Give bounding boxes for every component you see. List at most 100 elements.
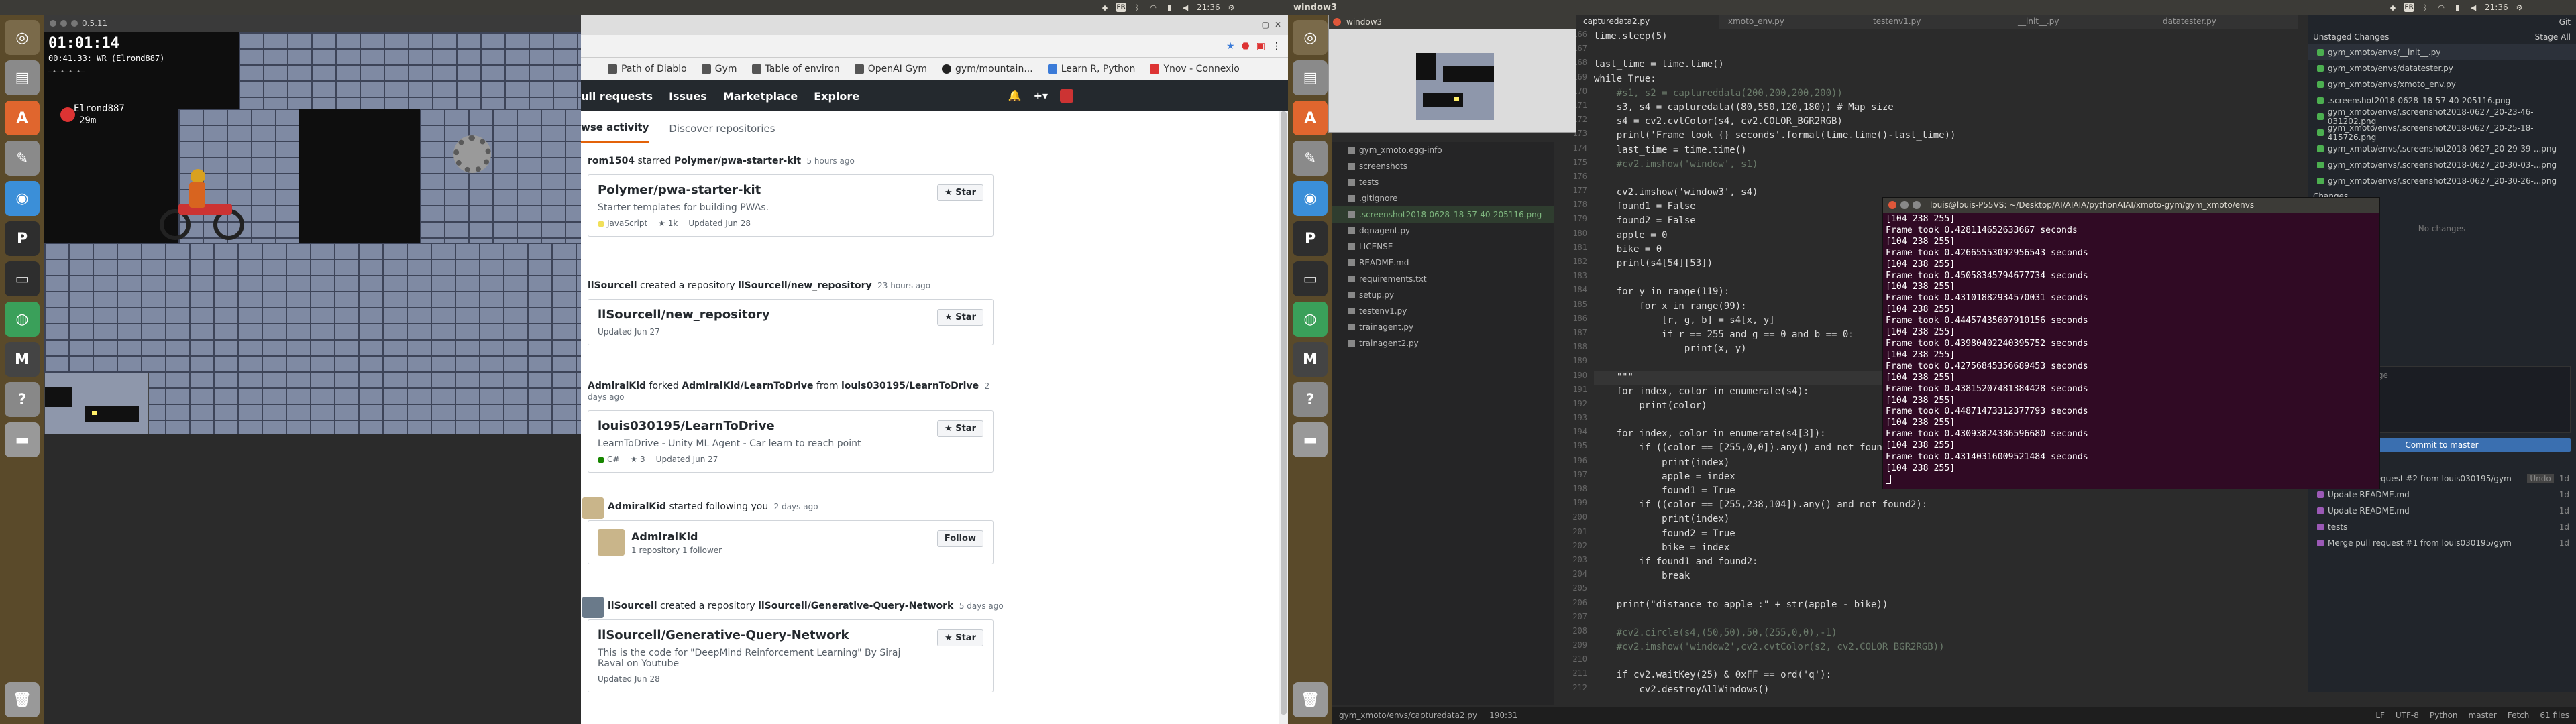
unstaged-file[interactable]: gym_xmoto/envs/.screenshot2018-0627_20-2…	[2308, 123, 2576, 142]
maximize-icon[interactable]: ▢	[1262, 20, 1269, 29]
tree-item[interactable]: requirements.txt	[1332, 271, 1554, 287]
abp-extension-icon[interactable]: ⬣	[1242, 41, 1250, 52]
menu-dots-icon[interactable]: ⋮	[1272, 41, 1281, 52]
drive-icon[interactable]: ▬	[5, 422, 40, 457]
files-icon[interactable]: ▤	[1293, 60, 1328, 95]
commit-log-item[interactable]: tests 1d	[2308, 519, 2576, 535]
tree-item[interactable]: LICENSE	[1332, 239, 1554, 255]
wifi-icon[interactable]: ◠	[1148, 3, 1158, 12]
status-line-ending[interactable]: LF	[2375, 711, 2385, 720]
tree-item[interactable]: .gitignore	[1332, 190, 1554, 206]
code-line[interactable]	[1594, 583, 2298, 597]
pycharm-icon[interactable]: P	[1293, 221, 1328, 256]
code-line[interactable]: while True:	[1594, 72, 2298, 86]
code-line[interactable]: if cv2.waitKey(25) & 0xFF == ord('q'):	[1594, 668, 2298, 682]
battery-icon[interactable]: ▮	[1165, 3, 1174, 12]
code-line[interactable]: break	[1594, 569, 2298, 583]
tree-item[interactable]: trainagent2.py	[1332, 335, 1554, 351]
tree-item[interactable]: tests	[1332, 174, 1554, 190]
status-cursor-position[interactable]: 190:31	[1489, 711, 1517, 720]
code-line[interactable]: time.sleep(5)	[1594, 29, 2298, 44]
game-titlebar[interactable]: 0.5.11	[44, 15, 581, 32]
power-icon[interactable]: ⚙	[2515, 3, 2524, 12]
actor-avatar[interactable]	[582, 497, 604, 519]
git-tab[interactable]: Git	[2559, 17, 2571, 27]
network-icon[interactable]: ◍	[5, 302, 40, 337]
terminal-window[interactable]: louis@louis-P55VS: ~/Desktop/AI/AIAIA/py…	[1882, 197, 2380, 489]
code-line[interactable]: print('Frame took {} seconds'.format(tim…	[1594, 129, 2298, 143]
game-minimize-icon[interactable]	[60, 20, 67, 27]
unstaged-file[interactable]: gym_xmoto/envs/.screenshot2018-0627_20-2…	[2308, 107, 2576, 126]
code-line[interactable]: #cv2.imshow('window', s1)	[1594, 158, 2298, 172]
star-button[interactable]: ★ Star	[937, 184, 983, 201]
star-button[interactable]: ★ Star	[937, 309, 983, 326]
tree-item[interactable]: screenshots	[1332, 158, 1554, 174]
repo-name-link[interactable]: llSourcell/Generative-Query-Network	[598, 628, 983, 642]
trash-icon[interactable]: 🗑	[5, 682, 40, 717]
bookmark-openai-gym[interactable]: OpenAI Gym	[854, 64, 927, 74]
battery-icon[interactable]: ▮	[2453, 3, 2462, 12]
tab-xmoto-env[interactable]: xmoto_env.py	[1719, 15, 1864, 29]
undo-button[interactable]: Undo	[2527, 474, 2554, 483]
address-bar[interactable]: ★ ⬣ ▣ ⋮	[581, 35, 1288, 58]
window3-titlebar[interactable]: window3	[1329, 15, 1576, 29]
game-maximize-icon[interactable]	[71, 20, 78, 27]
xmoto-game-window[interactable]: 0.5.11 01:01:14 00:41.33: WR (Elrond887)…	[44, 15, 581, 434]
tree-item[interactable]: dqnagent.py	[1332, 223, 1554, 239]
commit-log-item[interactable]: Update README.md 1d	[2308, 503, 2576, 519]
clock[interactable]: 21:36	[2485, 3, 2508, 12]
minimize-icon[interactable]: —	[1248, 20, 1256, 29]
tab-init[interactable]: __init__.py	[2008, 15, 2153, 29]
code-line[interactable]: print("distance to apple :" + str(apple …	[1594, 598, 2298, 612]
unstaged-file[interactable]: gym_xmoto/envs/.screenshot2018-0627_20-2…	[2308, 141, 2576, 157]
event-actor-link[interactable]: AdmiralKid	[608, 501, 666, 512]
code-line[interactable]: bike = index	[1594, 541, 2298, 555]
bookmark-gym-mountain[interactable]: gym/mountain...	[942, 64, 1033, 74]
status-file-count[interactable]: 61 files	[2540, 711, 2569, 720]
code-line[interactable]	[1594, 612, 2298, 626]
terminal-titlebar[interactable]: louis@louis-P55VS: ~/Desktop/AI/AIAIA/py…	[1883, 198, 2379, 213]
settings-icon[interactable]: ✎	[1293, 141, 1328, 176]
chrome-icon[interactable]: ◉	[1293, 181, 1328, 216]
volume-icon[interactable]: ◀	[2469, 3, 2478, 12]
star-button[interactable]: ★ Star	[937, 629, 983, 646]
code-line[interactable]: #s1, s2 = captureddata(200,200,200,200))	[1594, 86, 2298, 101]
event-target-link[interactable]: llSourcell/Generative-Query-Network	[758, 601, 953, 611]
xmoto-icon[interactable]: M	[5, 342, 40, 377]
code-line[interactable]	[1594, 654, 2298, 668]
code-line[interactable]: cv2.destroyAllWindows()	[1594, 683, 2298, 697]
bookmark-star-icon[interactable]: ★	[1226, 41, 1235, 52]
unstaged-file[interactable]: gym_xmoto/envs/datatester.py	[2308, 60, 2576, 76]
keyboard-layout-indicator[interactable]: FR	[2404, 3, 2414, 12]
event-actor-link[interactable]: AdmiralKid	[588, 381, 646, 391]
code-line[interactable]	[1594, 44, 2298, 58]
tree-item[interactable]: gym_xmoto.egg-info	[1332, 142, 1554, 158]
chrome-browser-window[interactable]: — ▢ ✕ ★ ⬣ ▣ ⋮ Path of Diablo Gym Table o…	[581, 15, 1288, 724]
stage-all-button[interactable]: Stage All	[2535, 32, 2571, 42]
window3-preview[interactable]: window3	[1328, 15, 1576, 133]
event-target-link[interactable]: Polymer/pwa-starter-kit	[674, 156, 801, 166]
dash-icon[interactable]: ◎	[5, 20, 40, 55]
repo-name-link[interactable]: llSourcell/new_repository	[598, 308, 983, 322]
bookmark-gym[interactable]: Gym	[701, 64, 737, 74]
bookmark-path-of-diablo[interactable]: Path of Diablo	[608, 64, 687, 74]
xmoto-icon[interactable]: M	[1293, 342, 1328, 377]
unstaged-file[interactable]: gym_xmoto/envs/.screenshot2018-0627_20-3…	[2308, 173, 2576, 189]
chrome-icon[interactable]: ◉	[5, 181, 40, 216]
extension-icon[interactable]: ▣	[1256, 41, 1265, 52]
code-line[interactable]: print(index)	[1594, 512, 2298, 526]
code-line[interactable]: if ((color == [255,238,104]).any() and n…	[1594, 498, 2298, 512]
event-target-link[interactable]: AdmiralKid/LearnToDrive	[682, 381, 813, 391]
tab-capturedata2[interactable]: capturedata2.py	[1574, 15, 1719, 29]
bookmark-table-of-environments[interactable]: Table of environ	[751, 64, 840, 74]
nav-marketplace[interactable]: Marketplace	[723, 90, 798, 103]
power-icon[interactable]: ⚙	[1227, 3, 1236, 12]
unstaged-file[interactable]: gym_xmoto/envs/__init__.py	[2308, 44, 2576, 60]
code-line[interactable]: found2 = True	[1594, 527, 2298, 541]
tab-testenv1[interactable]: testenv1.py	[1864, 15, 2008, 29]
unstaged-file[interactable]: gym_xmoto/envs/xmoto_env.py	[2308, 76, 2576, 93]
event-actor-link[interactable]: llSourcell	[588, 280, 637, 291]
terminal-icon[interactable]: ▭	[1293, 261, 1328, 296]
nav-issues[interactable]: Issues	[669, 90, 707, 103]
event-source-link[interactable]: louis030195/LearnToDrive	[841, 381, 979, 391]
